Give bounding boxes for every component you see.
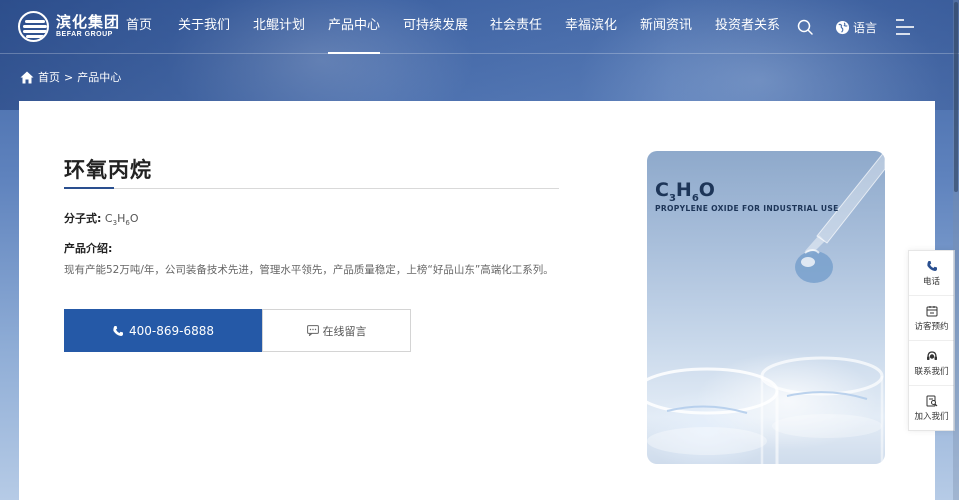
float-item-label: 访客预约: [914, 321, 949, 332]
float-item-label: 电话: [922, 276, 940, 287]
search-icon[interactable]: [797, 19, 813, 35]
breadcrumb-home[interactable]: 首页: [38, 69, 60, 85]
image-formula: C3H6O: [655, 179, 715, 204]
site-header: 滨化集团 BEFAR GROUP 首页 关于我们 北鲲计划 产品中心 可持续发展…: [0, 0, 959, 54]
breadcrumb-separator: >: [64, 70, 74, 84]
molecular-formula: 分子式: C3H6O: [64, 210, 138, 227]
nav-item-beikun-plan[interactable]: 北鲲计划: [253, 0, 305, 54]
headset-icon: [926, 350, 937, 360]
phone-icon: [926, 260, 937, 271]
float-item-label: 加入我们: [914, 412, 949, 422]
phone-button[interactable]: 400-869-6888: [64, 309, 262, 352]
scrollbar-thumb[interactable]: [954, 2, 958, 192]
product-detail-card: 环氧丙烷 分子式: C3H6O 产品介绍: 现有产能52万吨/年，公司装备技术先…: [19, 101, 935, 500]
breadcrumb-current[interactable]: 产品中心: [77, 69, 121, 85]
hamburger-menu-icon[interactable]: [896, 17, 916, 37]
intro-text: 现有产能52万吨/年，公司装备技术先进，管理水平领先，产品质量稳定，上榜“好品山…: [64, 264, 554, 276]
brand-name-cn: 滨化集团: [56, 12, 121, 31]
product-title: 环氧丙烷: [64, 158, 152, 182]
nav-item-social-responsibility[interactable]: 社会责任: [490, 0, 542, 54]
language-switcher[interactable]: 语言: [835, 17, 877, 37]
floating-contact-bar: 电话 访客预约 联系我们 加入我们: [908, 250, 955, 431]
nav-item-about[interactable]: 关于我们: [178, 0, 230, 54]
formula-value: C3H6O: [104, 212, 139, 228]
float-item-label: 联系我们: [914, 366, 949, 377]
home-icon[interactable]: [20, 71, 34, 84]
float-item-phone[interactable]: 电话: [909, 251, 954, 296]
nav-item-happy-binhua[interactable]: 幸福滨化: [565, 0, 617, 54]
logo-mark-icon: [18, 11, 49, 42]
language-label: 语言: [853, 20, 878, 35]
nav-item-products[interactable]: 产品中心: [328, 0, 381, 54]
title-divider-accent: [64, 187, 114, 189]
formula-label: 分子式:: [64, 212, 102, 225]
nav-item-news[interactable]: 新闻资讯: [640, 0, 692, 54]
calendar-icon: [926, 305, 937, 316]
online-message-button[interactable]: 在线留言: [262, 309, 411, 352]
float-item-join-us[interactable]: 加入我们: [909, 386, 954, 431]
intro-label: 产品介绍:: [64, 242, 113, 255]
nav-item-investors[interactable]: 投资者关系: [715, 0, 780, 54]
globe-icon: [835, 20, 850, 34]
product-image: C3H6O PROPYLENE OXIDE FOR INDUSTRIAL USE: [647, 151, 885, 464]
brand-logo[interactable]: 滨化集团 BEFAR GROUP: [18, 11, 120, 42]
float-item-contact-us[interactable]: 联系我们: [909, 341, 954, 386]
message-icon: [306, 325, 319, 336]
logo-text: 滨化集团 BEFAR GROUP: [56, 14, 120, 40]
phone-icon: [113, 325, 123, 336]
nav-item-sustainability[interactable]: 可持续发展: [403, 0, 468, 54]
phone-number: 400-869-6888: [128, 323, 214, 338]
nav-item-home[interactable]: 首页: [126, 0, 152, 54]
breadcrumb: 首页 > 产品中心: [20, 69, 121, 85]
message-label: 在线留言: [322, 324, 367, 338]
title-divider: [64, 188, 559, 189]
float-item-visitor-booking[interactable]: 访客预约: [909, 296, 954, 341]
brand-name-en: BEFAR GROUP: [56, 30, 113, 38]
search-doc-icon: [926, 395, 937, 407]
image-caption: PROPYLENE OXIDE FOR INDUSTRIAL USE: [655, 204, 839, 213]
